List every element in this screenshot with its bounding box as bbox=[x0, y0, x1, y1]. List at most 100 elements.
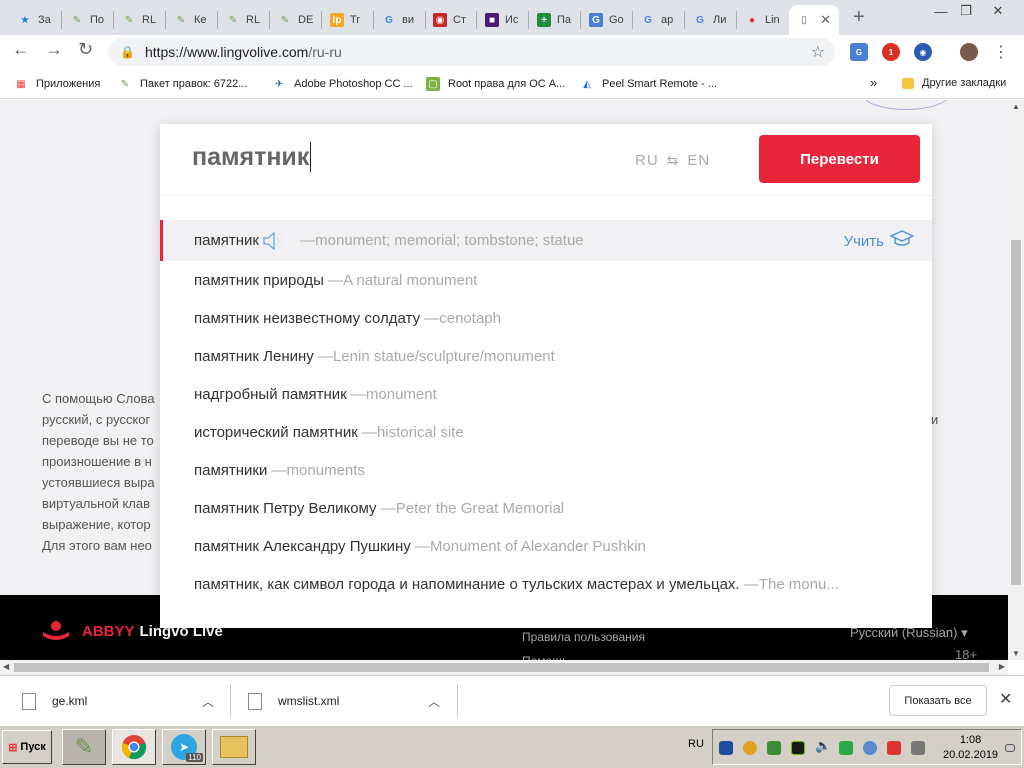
swap-languages-icon[interactable]: ⇆ bbox=[667, 152, 680, 169]
bookmark-apps[interactable]: ▦ Приложения bbox=[14, 77, 100, 91]
browser-tab[interactable]: ✎ RL bbox=[114, 5, 165, 35]
taskbar-app-telegram[interactable]: ➤ 110 bbox=[162, 729, 206, 765]
taskbar-app-chrome[interactable] bbox=[112, 729, 156, 765]
tray-app-icon[interactable] bbox=[839, 741, 853, 755]
suggestion-item[interactable]: исторический памятник — historical site bbox=[160, 413, 932, 451]
address-bar[interactable]: 🔒 https://www.lingvolive.com/ru-ru ☆ bbox=[108, 38, 835, 66]
profile-avatar[interactable] bbox=[960, 43, 978, 61]
taskbar-app-explorer[interactable] bbox=[212, 729, 256, 765]
chevron-up-icon[interactable]: ︿ bbox=[202, 693, 214, 710]
close-downloads-icon[interactable]: ✕ bbox=[999, 689, 1012, 709]
help-link[interactable]: Помощь bbox=[522, 649, 645, 660]
bookmark-item[interactable]: ✎ Пакет правок: 6722... bbox=[118, 77, 248, 91]
tray-app-icon[interactable] bbox=[887, 741, 901, 755]
maximize-button[interactable]: ❐ bbox=[955, 0, 977, 22]
dash-separator: — bbox=[313, 347, 333, 365]
suggestion-item[interactable]: надгробный памятник — monument bbox=[160, 375, 932, 413]
chevron-up-icon[interactable]: ︿ bbox=[428, 693, 440, 710]
browser-tab[interactable]: Gap bbox=[633, 5, 684, 35]
suggestion-translation: Lenin statue/sculpture/monument bbox=[332, 347, 555, 365]
suggestion-item[interactable]: памятник — monument; memorial; tombstone… bbox=[160, 220, 932, 261]
vpn-extension-icon[interactable]: ◉ bbox=[914, 43, 932, 61]
source-language[interactable]: RU bbox=[635, 152, 659, 169]
new-tab-button[interactable]: + bbox=[853, 6, 865, 29]
browser-tab[interactable]: ▯ ✕ bbox=[789, 5, 839, 35]
puzzle-icon: ✎ bbox=[280, 14, 290, 26]
clock-date: 20.02.2019 bbox=[943, 749, 999, 761]
scrollbar-thumb[interactable] bbox=[14, 663, 989, 672]
translate-extension-icon[interactable]: G bbox=[850, 43, 868, 61]
green-plus-icon: + bbox=[537, 13, 551, 27]
search-input[interactable]: памятник bbox=[192, 142, 312, 172]
learn-button[interactable]: Учить bbox=[844, 230, 915, 252]
volume-icon[interactable]: 🔈 bbox=[815, 738, 831, 753]
scroll-down-icon[interactable]: ▼ bbox=[1012, 649, 1020, 658]
terms-link[interactable]: Правила пользования bbox=[522, 625, 645, 649]
speaker-icon[interactable] bbox=[262, 231, 286, 251]
suggestion-item[interactable]: памятник природы — A natural monument bbox=[160, 261, 932, 299]
browser-tab[interactable]: G Ли bbox=[685, 5, 736, 35]
browser-tab[interactable]: Gви bbox=[374, 5, 425, 35]
suggestion-item[interactable]: памятник, как символ города и напоминани… bbox=[160, 565, 932, 603]
menu-icon[interactable]: ⋮ bbox=[993, 42, 1009, 62]
taskbar-app-photoshop[interactable]: ✎ bbox=[62, 729, 106, 765]
suggestion-item[interactable]: памятник неизвестному солдату — cenotaph bbox=[160, 299, 932, 337]
tray-app-icon[interactable] bbox=[767, 741, 781, 755]
browser-tab[interactable]: + Па bbox=[529, 5, 580, 35]
bookmarks-overflow-button[interactable]: » bbox=[870, 75, 877, 90]
suggestion-item[interactable]: памятник Александру Пушкину — Monument o… bbox=[160, 527, 932, 565]
browser-tab[interactable]: ◉ Ст bbox=[425, 5, 476, 35]
bookmark-item[interactable]: ✈ Adobe Photoshop CC ... bbox=[272, 77, 413, 91]
download-filename: ge.kml bbox=[52, 694, 88, 708]
network-icon[interactable] bbox=[863, 741, 877, 755]
target-language[interactable]: EN bbox=[687, 152, 710, 169]
clock[interactable]: 1:08 20.02.2019 bbox=[943, 733, 998, 763]
adblock-extension-icon[interactable]: 1 bbox=[882, 43, 900, 61]
bookmark-star-icon[interactable]: ☆ bbox=[811, 42, 825, 62]
suggestion-item[interactable]: памятник Ленину — Lenin statue/sculpture… bbox=[160, 337, 932, 375]
reload-icon[interactable]: ↻ bbox=[78, 39, 93, 60]
download-item[interactable]: wmslist.xml ︿ bbox=[248, 676, 448, 726]
suggestion-item[interactable]: памятники — monuments bbox=[160, 451, 932, 489]
close-tab-icon[interactable]: ✕ bbox=[820, 12, 831, 28]
document-icon: ▯ bbox=[801, 14, 807, 26]
vertical-scrollbar[interactable]: ▲ ▼ bbox=[1008, 100, 1024, 660]
scroll-up-icon[interactable]: ▲ bbox=[1012, 102, 1020, 111]
horizontal-scrollbar[interactable]: ◀ ▶ bbox=[0, 660, 1008, 675]
browser-toolbar: ← → ↻ 🔒 https://www.lingvolive.com/ru-ru… bbox=[0, 35, 1024, 69]
browser-tab[interactable]: ★ За bbox=[10, 5, 61, 35]
browser-tab[interactable]: ● Lin bbox=[737, 5, 788, 35]
other-bookmarks[interactable]: Другие закладки bbox=[902, 77, 1006, 89]
scroll-right-icon[interactable]: ▶ bbox=[999, 662, 1005, 671]
forward-icon[interactable]: → bbox=[45, 39, 63, 60]
close-window-button[interactable]: ✕ bbox=[980, 0, 1016, 22]
language-pair[interactable]: RU ⇆ EN bbox=[635, 152, 710, 169]
nvidia-icon[interactable] bbox=[791, 741, 805, 755]
tray-camera-icon[interactable] bbox=[719, 741, 733, 755]
scroll-left-icon[interactable]: ◀ bbox=[3, 662, 9, 671]
tab-title: Ст bbox=[453, 14, 466, 26]
browser-tab[interactable]: ✎ RL bbox=[218, 5, 269, 35]
browser-tab[interactable]: ✎ Ке bbox=[166, 5, 217, 35]
bookmark-item[interactable]: ▢ Root права для ОС А... bbox=[426, 77, 565, 91]
tray-app-icon[interactable] bbox=[743, 741, 757, 755]
browser-tab[interactable]: G Go bbox=[581, 5, 632, 35]
start-button[interactable]: ⊞ Пуск bbox=[2, 730, 52, 764]
bookmark-item[interactable]: ◭ Peel Smart Remote - ... bbox=[580, 77, 717, 91]
browser-tab[interactable]: ✎ По bbox=[62, 5, 113, 35]
download-item[interactable]: ge.kml ︿ bbox=[22, 676, 222, 726]
tray-app-icon[interactable] bbox=[911, 741, 925, 755]
back-icon[interactable]: ← bbox=[12, 39, 30, 60]
folder-icon bbox=[902, 77, 914, 89]
browser-tab[interactable]: lp Tr bbox=[322, 5, 373, 35]
keyboard-language[interactable]: RU bbox=[688, 738, 704, 750]
scrollbar-thumb[interactable] bbox=[1011, 240, 1021, 585]
suggestion-item[interactable]: памятник Петру Великому — Peter the Grea… bbox=[160, 489, 932, 527]
minimize-button[interactable]: — bbox=[930, 0, 952, 22]
show-desktop-icon[interactable] bbox=[1005, 744, 1015, 752]
translate-button[interactable]: Перевести bbox=[759, 135, 920, 183]
browser-tab[interactable]: ✎ DE bbox=[270, 5, 321, 35]
browser-tab[interactable]: ■ Ис bbox=[477, 5, 528, 35]
suggestion-word: памятник неизвестному солдату bbox=[194, 309, 421, 327]
show-all-downloads-button[interactable]: Показать все bbox=[889, 685, 987, 716]
